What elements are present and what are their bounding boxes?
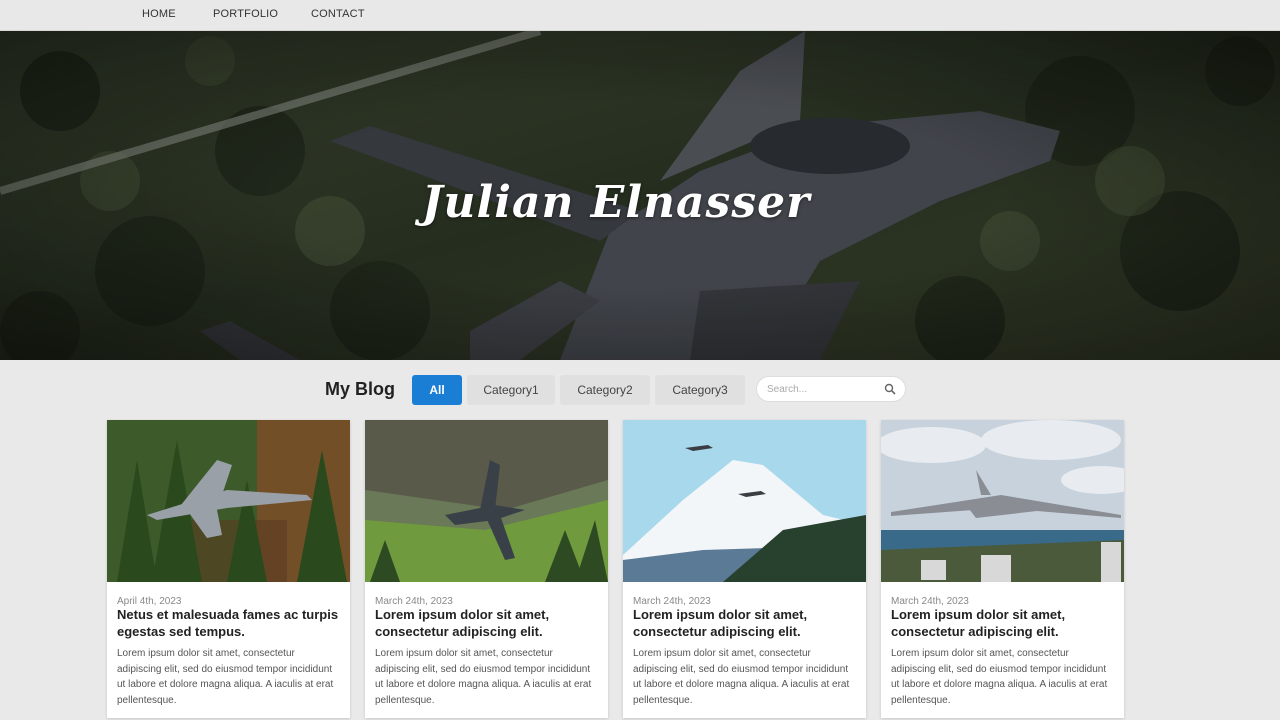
nav-portfolio-link[interactable]: PORTFOLIO	[213, 8, 278, 20]
tab-all[interactable]: All	[412, 375, 462, 405]
blog-card[interactable]: March 24th, 2023 Lorem ipsum dolor sit a…	[881, 420, 1124, 718]
post-title[interactable]: Lorem ipsum dolor sit amet, consectetur …	[633, 606, 858, 640]
post-excerpt: Lorem ipsum dolor sit amet, consectetur …	[891, 648, 1108, 706]
post-title[interactable]: Lorem ipsum dolor sit amet, consectetur …	[375, 606, 600, 640]
blog-card[interactable]: March 24th, 2023 Lorem ipsum dolor sit a…	[623, 420, 866, 718]
tab-category1[interactable]: Category1	[467, 375, 555, 405]
blog-card[interactable]: April 4th, 2023 Netus et malesuada fames…	[107, 420, 350, 718]
blog-heading: My Blog	[325, 379, 395, 399]
blog-card[interactable]: March 24th, 2023 Lorem ipsum dolor sit a…	[365, 420, 608, 718]
hero-banner: Julian Elnasser	[0, 31, 1280, 360]
search-input[interactable]	[767, 382, 877, 397]
post-thumbnail[interactable]	[623, 420, 866, 582]
post-thumbnail[interactable]	[107, 420, 350, 582]
hero-title: Julian Elnasser	[421, 177, 811, 228]
post-title[interactable]: Netus et malesuada fames ac turpis egest…	[117, 606, 342, 640]
post-excerpt: Lorem ipsum dolor sit amet, consectetur …	[117, 648, 334, 706]
nav-home-link[interactable]: HOME	[142, 8, 176, 20]
post-thumbnail[interactable]	[881, 420, 1124, 582]
search-box	[756, 376, 906, 402]
post-thumbnail[interactable]	[365, 420, 608, 582]
post-excerpt: Lorem ipsum dolor sit amet, consectetur …	[633, 648, 850, 706]
search-icon[interactable]	[884, 383, 896, 395]
tab-category3[interactable]: Category3	[655, 375, 745, 405]
post-excerpt: Lorem ipsum dolor sit amet, consectetur …	[375, 648, 592, 706]
post-title[interactable]: Lorem ipsum dolor sit amet, consectetur …	[891, 606, 1116, 640]
top-nav: HOME PORTFOLIO CONTACT	[0, 0, 1280, 31]
nav-contact-link[interactable]: CONTACT	[311, 8, 365, 20]
tab-category2[interactable]: Category2	[560, 375, 650, 405]
